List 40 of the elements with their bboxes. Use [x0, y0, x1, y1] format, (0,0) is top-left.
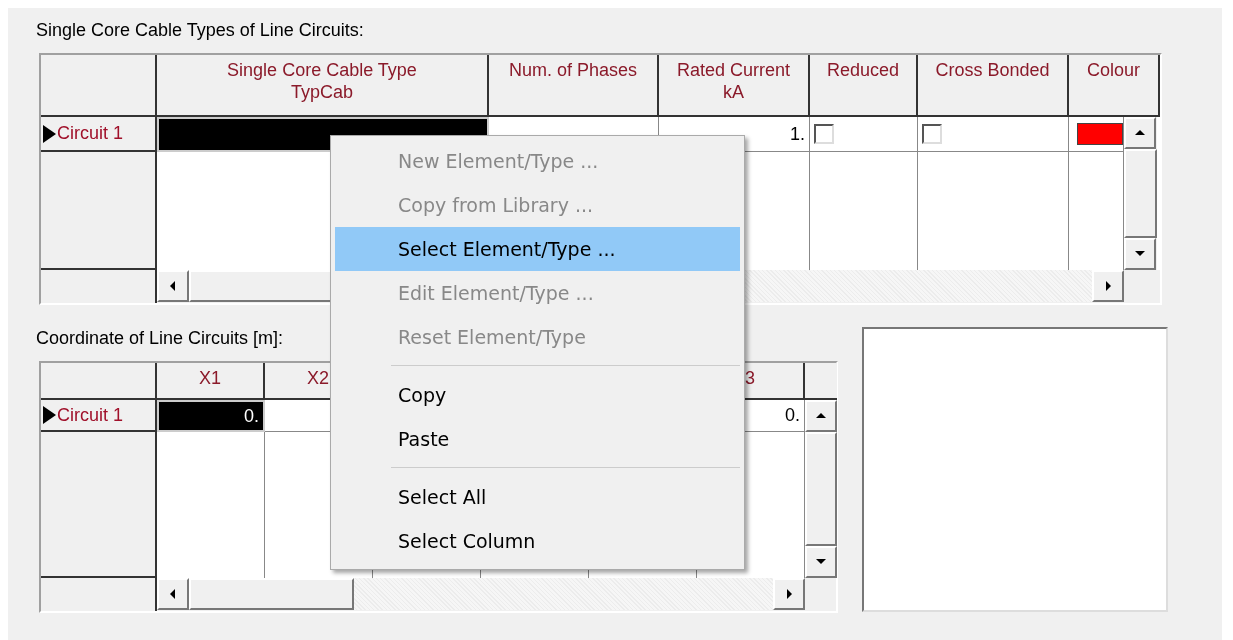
menu-item[interactable]: Select Element/Type ... [335, 227, 740, 271]
scroll-down-button[interactable] [805, 546, 837, 578]
checkbox[interactable] [814, 124, 834, 144]
section-label: Coordinate of Line Circuits [m]: [36, 327, 284, 349]
vertical-scrollbar[interactable] [1124, 117, 1157, 270]
scroll-left-button[interactable] [157, 270, 189, 302]
scroll-up-button[interactable] [805, 400, 837, 432]
column-header[interactable]: Single Core Cable Type TypCab [157, 55, 489, 117]
horizontal-scrollbar[interactable] [157, 578, 805, 610]
table-cell[interactable]: 0. [157, 400, 265, 432]
scroll-right-button[interactable] [773, 578, 805, 610]
column-header[interactable]: Reduced [810, 55, 918, 117]
column-header[interactable]: Rated Current kA [659, 55, 810, 117]
down-arrow-icon [816, 557, 826, 567]
row-label: Circuit 1 [57, 123, 123, 144]
scroll-down-button[interactable] [1124, 238, 1156, 270]
row-header[interactable]: Circuit 1 [41, 117, 157, 152]
column-header[interactable]: X1 [157, 363, 265, 400]
left-arrow-icon [168, 281, 178, 291]
scroll-up-button[interactable] [1124, 117, 1156, 149]
colour-swatch[interactable] [1077, 123, 1123, 145]
column-header[interactable]: Colour [1069, 55, 1160, 117]
vertical-scrollbar[interactable] [805, 400, 837, 578]
column-header[interactable]: Num. of Phases [489, 55, 659, 117]
right-arrow-icon [1103, 281, 1113, 291]
down-arrow-icon [1135, 249, 1145, 259]
up-arrow-icon [816, 411, 826, 421]
row-label: Circuit 1 [57, 404, 123, 426]
left-arrow-icon [168, 589, 178, 599]
column-header[interactable]: Cross Bonded [918, 55, 1069, 117]
row-header[interactable]: Circuit 1 [41, 400, 157, 432]
menu-item[interactable]: Select Column [335, 519, 740, 563]
scroll-left-button[interactable] [157, 578, 189, 610]
up-arrow-icon [1135, 128, 1145, 138]
right-arrow-icon [784, 589, 794, 599]
menu-item[interactable]: Select All [335, 475, 740, 519]
scroll-right-button[interactable] [1092, 270, 1124, 302]
checkbox[interactable] [922, 124, 942, 144]
section-label: Single Core Cable Types of Line Circuits: [36, 19, 364, 41]
scroll-thumb[interactable] [189, 578, 354, 610]
